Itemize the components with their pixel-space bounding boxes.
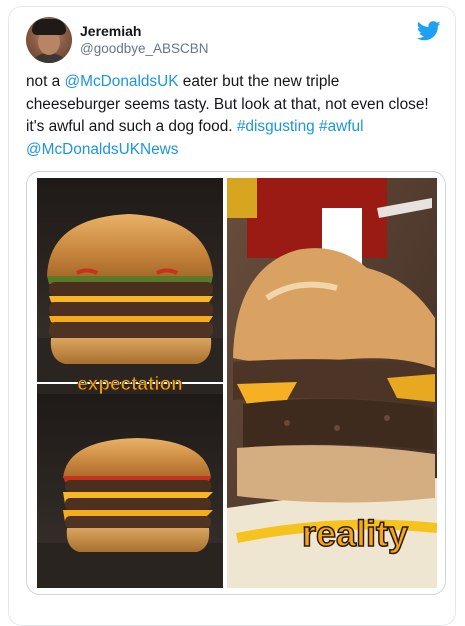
reality-label: reality [302, 513, 408, 554]
tweet-text: not a @McDonaldsUK eater but the new tri… [26, 71, 436, 161]
tweet-text-part: not a [26, 73, 65, 90]
avatar[interactable] [26, 17, 72, 63]
twitter-bird-icon[interactable] [417, 21, 441, 41]
expectation-label: expectation [77, 374, 183, 395]
author-handle[interactable]: @goodbye_ABSCBN [80, 41, 209, 56]
hashtag-awful[interactable]: #awful [319, 118, 364, 135]
mention-mcdonaldsuknews[interactable]: @McDonaldsUKNews [26, 141, 178, 158]
author-name[interactable]: Jeremiah [80, 23, 141, 39]
tweet-media[interactable]: expectation reality [26, 171, 446, 595]
mention-mcdonaldsuk[interactable]: @McDonaldsUK [65, 73, 179, 90]
tweet-card[interactable]: Jeremiah @goodbye_ABSCBN not a @McDonald… [8, 6, 456, 626]
hashtag-disgusting[interactable]: #disgusting [237, 118, 315, 135]
burger-comparison-photo[interactable]: expectation reality [37, 178, 437, 588]
